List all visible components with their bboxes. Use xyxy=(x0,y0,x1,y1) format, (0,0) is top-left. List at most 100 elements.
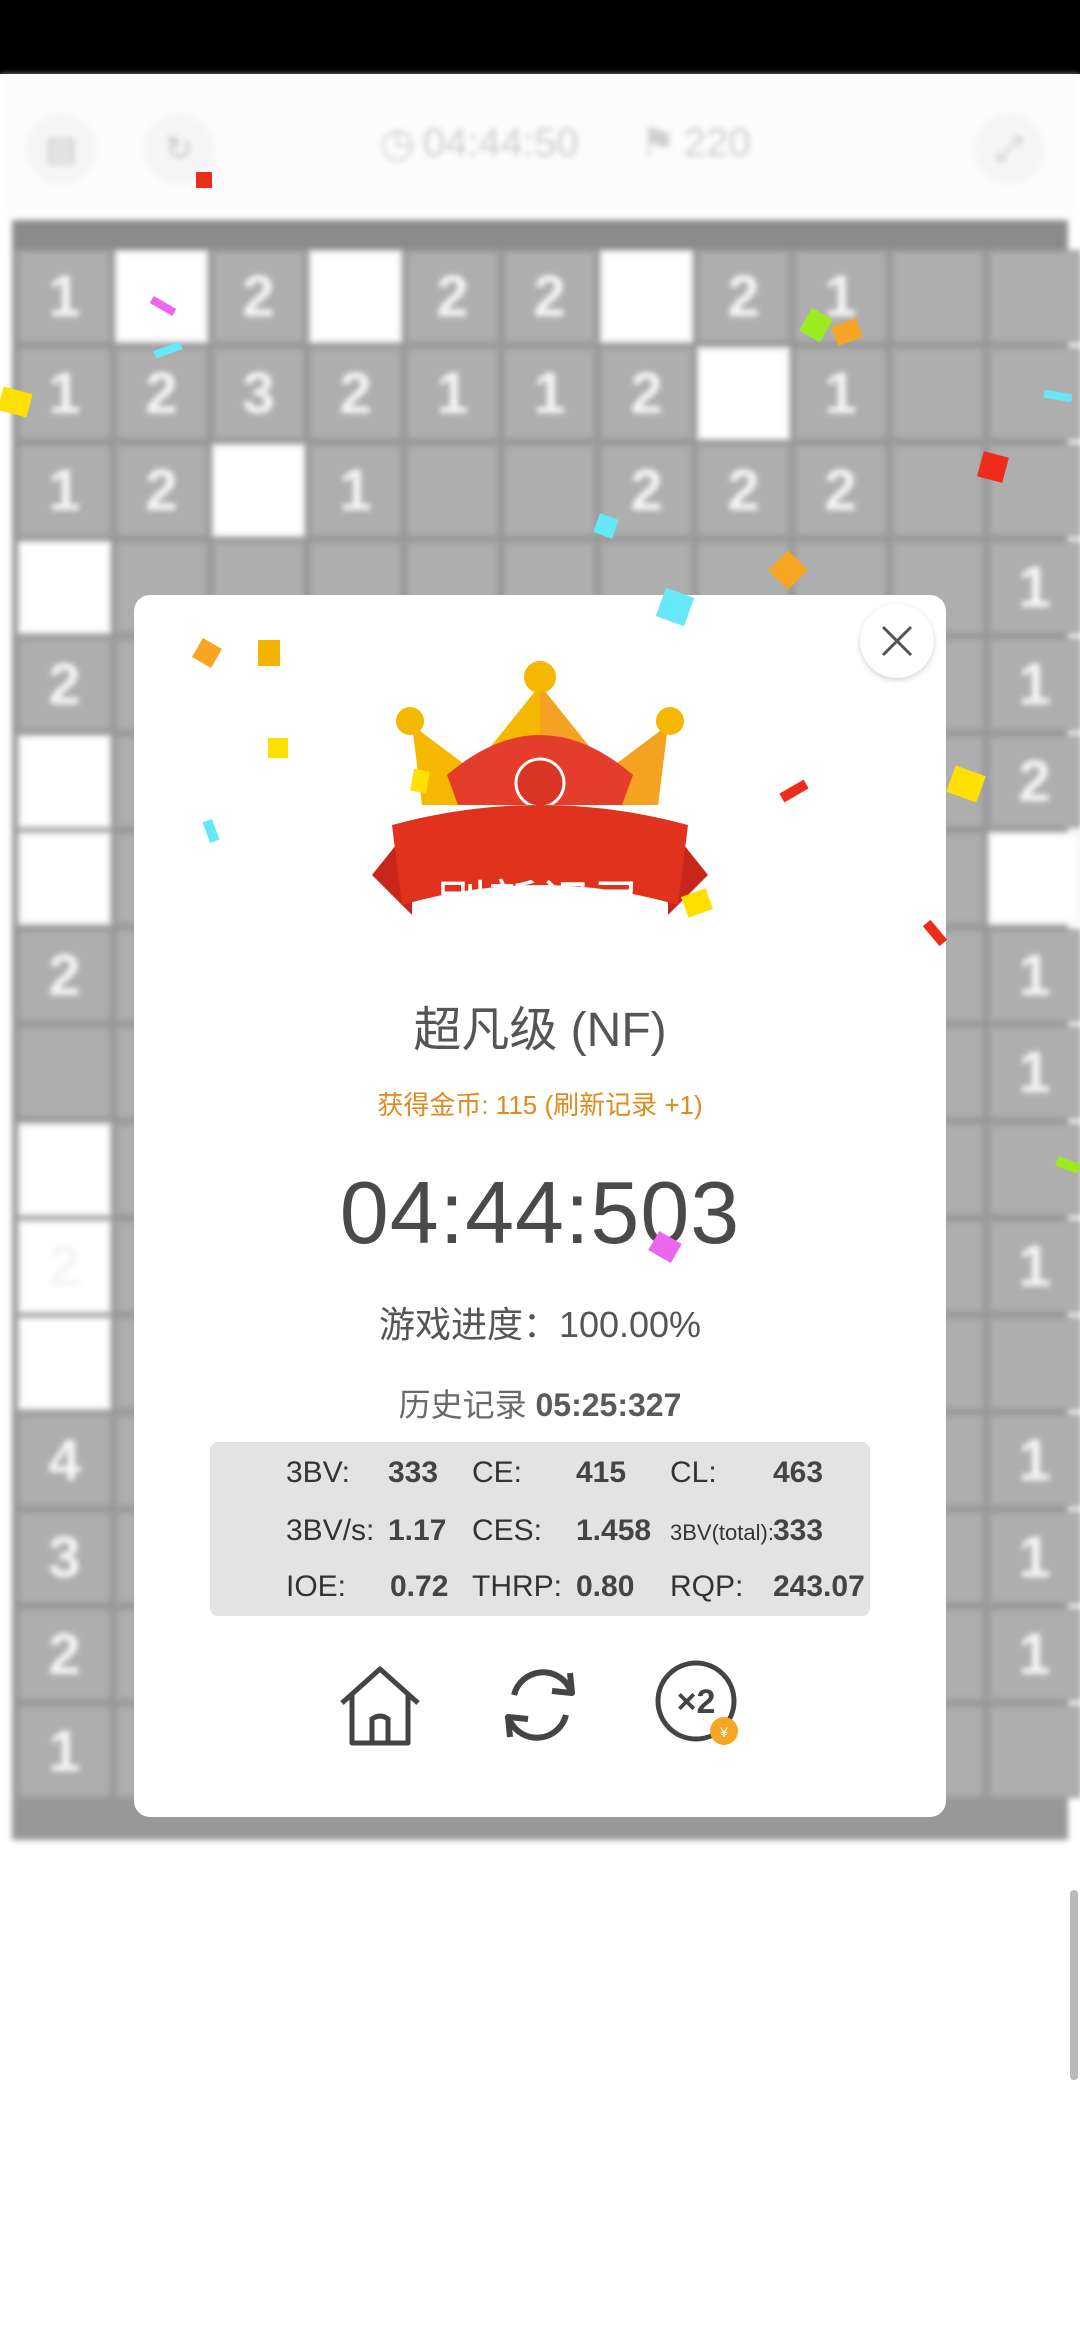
board-cell[interactable] xyxy=(115,250,208,343)
home-icon xyxy=(340,1666,420,1746)
dialog-actions: ×2 ¥ xyxy=(134,1655,946,1755)
board-cell[interactable]: 1 xyxy=(988,638,1080,731)
board-cell[interactable]: 2 xyxy=(406,250,499,343)
board-cell[interactable] xyxy=(891,250,984,343)
stats-panel: 3BV: 333 CE: 415 CL: 463 3BV/s: 1.17 CES… xyxy=(210,1442,870,1616)
new-record-badge: 刷新记录 xyxy=(436,876,644,932)
stat-label-3bv: 3BV: xyxy=(286,1456,350,1489)
board-cell[interactable] xyxy=(309,250,402,343)
board-cell[interactable]: 2 xyxy=(212,250,305,343)
board-cell[interactable]: 3 xyxy=(18,1511,111,1604)
stat-label-thrp: THRP: xyxy=(472,1570,562,1603)
board-cell[interactable]: 2 xyxy=(697,444,790,537)
board-cell[interactable]: 2 xyxy=(18,1220,111,1313)
flag-count: 220 xyxy=(683,120,751,165)
board-cell[interactable] xyxy=(988,1317,1080,1410)
board-cell[interactable]: 2 xyxy=(18,929,111,1022)
board-cell[interactable] xyxy=(18,735,111,828)
board-cell[interactable] xyxy=(18,1026,111,1119)
stat-label-3bvs: 3BV/s: xyxy=(286,1514,375,1547)
stat-value-rqp: 243.07 xyxy=(773,1570,865,1603)
board-cell[interactable] xyxy=(988,250,1080,343)
board-cell[interactable]: 2 xyxy=(600,347,693,440)
stat-label-ces: CES: xyxy=(472,1514,543,1547)
board-cell[interactable]: 1 xyxy=(988,1608,1080,1701)
board-cell[interactable]: 1 xyxy=(309,444,402,537)
board-cell[interactable] xyxy=(18,541,111,634)
stat-value-thrp: 0.80 xyxy=(576,1570,635,1603)
svg-text:¥: ¥ xyxy=(719,1724,728,1740)
board-cell[interactable] xyxy=(891,444,984,537)
screen: ▤ ↻ ◷ 04:44:50 ⚑ 220 ⤢ 1222211232112112122… xyxy=(0,0,1080,2340)
difficulty-level: 超凡级 (NF) xyxy=(413,1004,667,1057)
board-cell[interactable]: 2 xyxy=(503,250,596,343)
history-value: 05:25:327 xyxy=(535,1387,682,1423)
stat-value-ce: 415 xyxy=(576,1456,627,1489)
timer-value: 04:44:50 xyxy=(422,120,579,165)
board-cell[interactable]: 1 xyxy=(988,1220,1080,1313)
double-coins-button[interactable]: ×2 ¥ xyxy=(650,1655,750,1755)
board-cell[interactable]: 2 xyxy=(115,444,208,537)
board-cell[interactable]: 1 xyxy=(988,929,1080,1022)
stat-label-cl: CL: xyxy=(670,1456,717,1489)
save-icon[interactable]: ▤ xyxy=(26,114,96,184)
board-cell[interactable]: 3 xyxy=(212,347,305,440)
board-cell[interactable] xyxy=(406,444,499,537)
board-cell[interactable]: 2 xyxy=(794,444,887,537)
scroll-indicator xyxy=(1070,1890,1078,2080)
restart-icon xyxy=(505,1669,575,1741)
board-cell[interactable] xyxy=(988,832,1080,925)
board-cell[interactable]: 1 xyxy=(18,250,111,343)
board-cell[interactable]: 1 xyxy=(18,1705,111,1798)
board-cell[interactable] xyxy=(18,832,111,925)
board-cell[interactable] xyxy=(18,1123,111,1216)
stat-label-3bv-total: 3BV(total): xyxy=(670,1520,774,1545)
coins-earned: 获得金币: 115 (刷新记录 +1) xyxy=(377,1090,703,1120)
board-cell[interactable] xyxy=(988,1705,1080,1798)
board-cell[interactable]: 1 xyxy=(406,347,499,440)
board-cell[interactable]: 1 xyxy=(18,444,111,537)
board-cell[interactable]: 1 xyxy=(988,541,1080,634)
close-button[interactable] xyxy=(860,604,934,678)
flag-icon: ⚑ xyxy=(640,121,676,165)
board-cell[interactable]: 1 xyxy=(503,347,596,440)
board-cell[interactable]: 1 xyxy=(988,1414,1080,1507)
stat-value-3bvs: 1.17 xyxy=(388,1514,447,1547)
board-cell[interactable]: 2 xyxy=(115,347,208,440)
clock-icon: ◷ xyxy=(380,121,415,165)
board-cell[interactable] xyxy=(18,1317,111,1410)
restart-button[interactable] xyxy=(490,1655,590,1755)
confetti-piece xyxy=(196,172,212,188)
timer-display: ◷ 04:44:50 xyxy=(380,120,579,166)
board-cell[interactable]: 1 xyxy=(988,1026,1080,1119)
home-button[interactable] xyxy=(330,1655,430,1755)
board-cell[interactable] xyxy=(697,347,790,440)
expand-icon[interactable]: ⤢ xyxy=(974,114,1044,184)
confetti-piece xyxy=(268,738,288,758)
stat-label-rqp: RQP: xyxy=(670,1570,744,1603)
board-header xyxy=(12,220,1068,250)
game-toolbar: ▤ ↻ ◷ 04:44:50 ⚑ 220 ⤢ xyxy=(0,74,1080,218)
stat-label-ce: CE: xyxy=(472,1456,523,1489)
board-cell[interactable] xyxy=(600,250,693,343)
board-cell[interactable] xyxy=(503,444,596,537)
history-record: 历史记录 05:25:327 xyxy=(134,1380,946,1426)
board-cell[interactable]: 2 xyxy=(18,1608,111,1701)
stat-value-ioe: 0.72 xyxy=(390,1570,449,1603)
board-cell[interactable]: 2 xyxy=(18,638,111,731)
board-cell[interactable]: 4 xyxy=(18,1414,111,1507)
finish-time: 04:44:503 xyxy=(339,1163,741,1262)
board-cell[interactable]: 2 xyxy=(988,735,1080,828)
status-bar xyxy=(0,0,1080,74)
board-cell[interactable]: 1 xyxy=(794,347,887,440)
stat-value-3bv-total: 333 xyxy=(773,1514,824,1547)
x2-coin-icon: ×2 ¥ xyxy=(655,1660,738,1745)
board-cell[interactable] xyxy=(891,347,984,440)
board-cell[interactable]: 2 xyxy=(697,250,790,343)
board-cell[interactable]: 2 xyxy=(309,347,402,440)
close-icon xyxy=(881,625,913,657)
history-label: 历史记录 xyxy=(398,1387,527,1423)
board-cell[interactable]: 1 xyxy=(988,1511,1080,1604)
stat-label-ioe: IOE: xyxy=(286,1570,347,1603)
board-cell[interactable] xyxy=(212,444,305,537)
